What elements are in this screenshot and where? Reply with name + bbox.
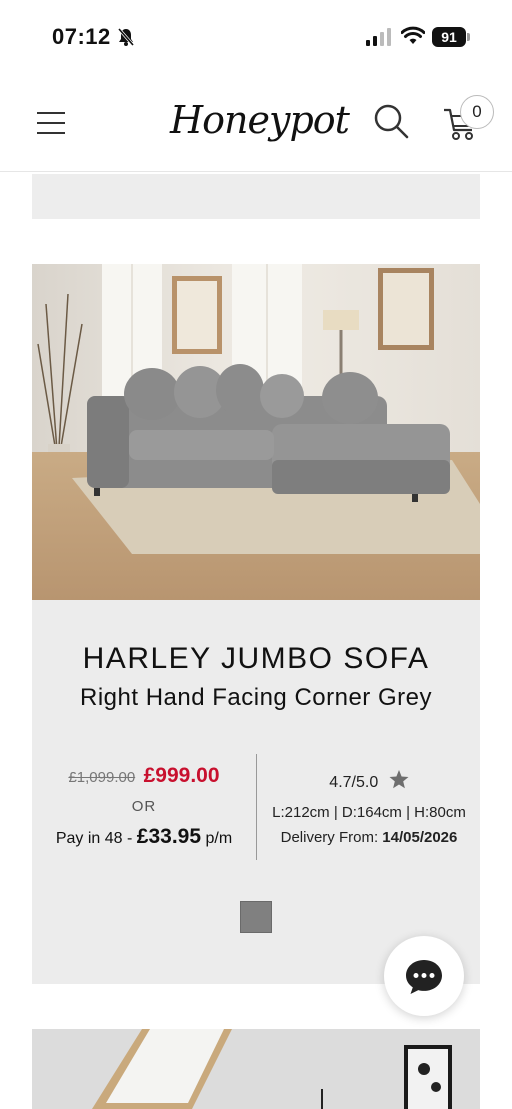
cart-count-badge[interactable]: 0: [460, 95, 494, 129]
delivery-label: Delivery From:: [280, 829, 379, 846]
rating-value: 4.7/5.0: [329, 774, 379, 791]
chat-bubble-icon: [406, 960, 442, 994]
signal-icon: [366, 28, 392, 51]
chat-button[interactable]: [384, 936, 464, 1016]
site-header: Honeypot 0: [0, 76, 512, 172]
next-product-image[interactable]: [32, 1029, 480, 1109]
star-icon: [389, 770, 409, 794]
price-block: £1,099.00 £999.00 OR Pay in 48 - £33.95 …: [32, 764, 256, 849]
finance-suffix: p/m: [205, 830, 233, 847]
product-card[interactable]: HARLEY JUMBO SOFA Right Hand Facing Corn…: [32, 264, 480, 984]
divider: [256, 754, 257, 860]
status-bar: 07:12 91: [0, 0, 512, 76]
previous-product-card[interactable]: [32, 174, 480, 219]
search-icon[interactable]: [372, 102, 410, 145]
finance-amount: £33.95: [136, 825, 202, 848]
hamburger-menu-icon[interactable]: [37, 112, 65, 134]
dimensions: L:212cm | D:164cm | H:80cm: [272, 804, 466, 821]
color-swatch-grey[interactable]: [240, 901, 272, 933]
delivery-line: Delivery From: 14/05/2026: [258, 829, 480, 846]
sale-price: £999.00: [143, 764, 220, 787]
finance-prefix: Pay in 48 -: [55, 830, 133, 847]
or-label: OR: [131, 798, 157, 815]
site-logo[interactable]: Honeypot: [170, 90, 350, 156]
product-subtitle[interactable]: Right Hand Facing Corner Grey: [32, 684, 480, 712]
finance-line: Pay in 48 - £33.95 p/m: [32, 825, 256, 849]
bell-slash-icon: [116, 27, 136, 52]
rating-line: 4.7/5.0: [258, 770, 480, 794]
delivery-date: 14/05/2026: [382, 829, 458, 846]
old-price: £1,099.00: [68, 769, 136, 786]
wifi-icon: [400, 26, 426, 51]
product-image[interactable]: [32, 264, 480, 600]
battery-icon: 91: [432, 27, 470, 47]
status-time: 07:12: [52, 24, 111, 49]
product-info-block: 4.7/5.0 L:212cm | D:164cm | H:80cm Deliv…: [258, 770, 480, 846]
product-name[interactable]: HARLEY JUMBO SOFA: [32, 642, 480, 676]
